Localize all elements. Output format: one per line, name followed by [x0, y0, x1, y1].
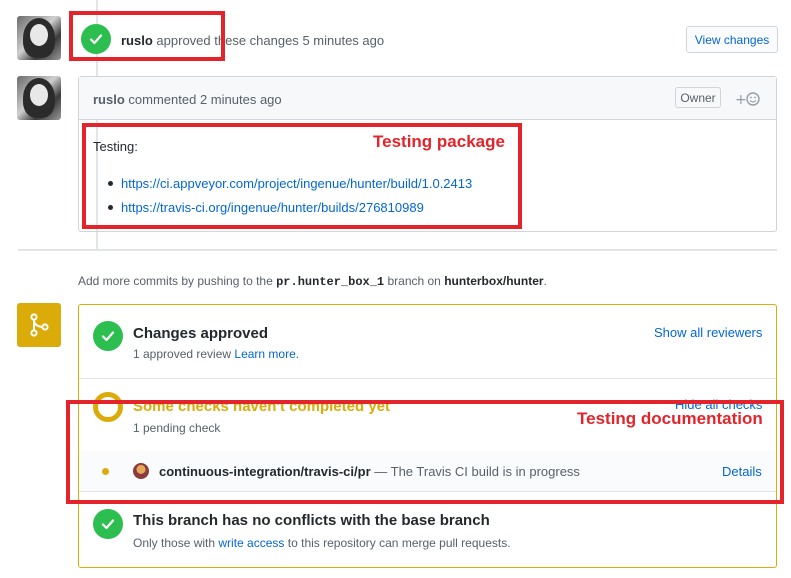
comment-meta: ruslo commented 2 minutes ago: [93, 92, 282, 107]
learn-more-link[interactable]: Learn more.: [234, 347, 299, 361]
annotation-testing-documentation: Testing documentation: [577, 409, 763, 428]
no-conflicts-title: This branch has no conflicts with the ba…: [133, 512, 490, 529]
comment-header: ruslo commented 2 minutes ago Owner +: [79, 77, 776, 120]
show-all-reviewers-link[interactable]: Show all reviewers: [654, 325, 762, 340]
svg-text:+: +: [735, 92, 747, 108]
comment-author[interactable]: ruslo: [93, 92, 125, 107]
branch-name: pr.hunter_box_1: [276, 275, 385, 289]
no-conflicts-check-icon: [93, 509, 123, 539]
approved-title: Changes approved: [133, 325, 269, 342]
approved-subtitle: 1 approved review Learn more.: [133, 347, 299, 361]
avatar[interactable]: [17, 76, 61, 120]
push-hint-middle: branch on: [387, 274, 441, 288]
repo-name: hunterbox/hunter: [444, 274, 544, 288]
conflicts-prefix: Only those with: [133, 536, 216, 550]
avatar[interactable]: [17, 16, 61, 60]
annotation-testing-package: Testing package: [373, 132, 505, 151]
push-hint-prefix: Add more commits by pushing to the: [78, 274, 273, 288]
approved-check-icon: [93, 321, 123, 351]
review-time[interactable]: 5 minutes ago: [302, 33, 384, 48]
approved-count: 1 approved review: [133, 347, 232, 361]
view-changes-button[interactable]: View changes: [686, 26, 778, 53]
conflicts-suffix: to this repository can merge pull reques…: [287, 536, 511, 550]
push-hint: Add more commits by pushing to the pr.hu…: [78, 274, 547, 289]
git-merge-icon: [17, 303, 61, 347]
timeline-divider: [18, 249, 777, 251]
owner-badge: Owner: [675, 87, 721, 108]
no-conflicts-subtitle: Only those with write access to this rep…: [133, 536, 511, 550]
comment-action: commented: [128, 92, 197, 107]
annotation-box-review: [69, 11, 225, 61]
write-access-link[interactable]: write access: [218, 536, 284, 550]
add-reaction-icon[interactable]: +: [734, 89, 764, 109]
section-divider: [79, 378, 776, 379]
push-hint-suffix: .: [543, 274, 547, 288]
comment-time[interactable]: 2 minutes ago: [200, 92, 282, 107]
